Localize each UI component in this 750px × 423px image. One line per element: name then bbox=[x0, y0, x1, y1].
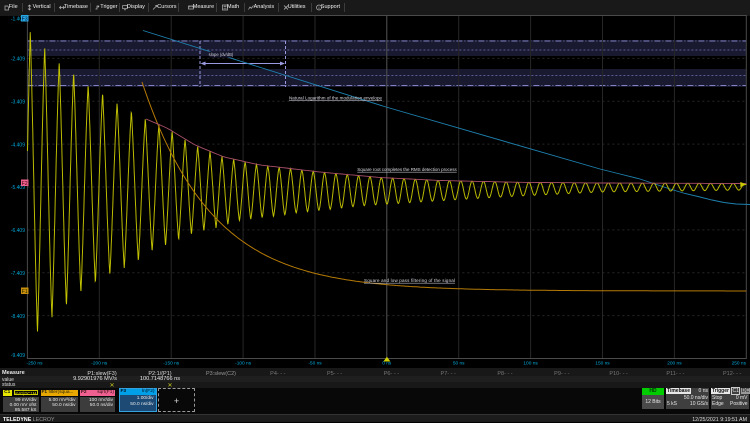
svg-text:slope (dv/dB): slope (dv/dB) bbox=[209, 52, 234, 57]
svg-text:-9.409: -9.409 bbox=[11, 353, 25, 359]
svg-text:100 ns: 100 ns bbox=[523, 361, 538, 367]
svg-text:-50 ns: -50 ns bbox=[308, 361, 322, 367]
svg-text:200 ns: 200 ns bbox=[667, 361, 682, 367]
svg-text:F2: F2 bbox=[22, 181, 28, 187]
svg-text:-3.409: -3.409 bbox=[11, 100, 25, 106]
svg-text:-7.409: -7.409 bbox=[11, 271, 25, 277]
svg-text:-8.409: -8.409 bbox=[11, 314, 25, 320]
svg-text:-2.409: -2.409 bbox=[11, 57, 25, 63]
svg-text:-200 ns: -200 ns bbox=[91, 361, 108, 367]
svg-text:250 ns: 250 ns bbox=[732, 361, 747, 367]
svg-text:-250 ns: -250 ns bbox=[27, 361, 44, 367]
svg-text:F1: F1 bbox=[22, 289, 28, 295]
svg-text:-6.409: -6.409 bbox=[11, 228, 25, 234]
svg-text:Square root completes the RMS: Square root completes the RMS detection … bbox=[357, 167, 457, 172]
svg-text:-150 ns: -150 ns bbox=[163, 361, 180, 367]
svg-text:F3: F3 bbox=[22, 16, 28, 22]
svg-text:Square and low pass filtering: Square and low pass filtering of the sig… bbox=[364, 278, 455, 283]
svg-text:Natural Logarithm of the modul: Natural Logarithm of the modulation enve… bbox=[289, 96, 383, 101]
svg-text:50 ns: 50 ns bbox=[453, 361, 465, 367]
svg-text:150 ns: 150 ns bbox=[595, 361, 610, 367]
svg-text:-4.409: -4.409 bbox=[11, 142, 25, 148]
svg-text:-100 ns: -100 ns bbox=[235, 361, 252, 367]
